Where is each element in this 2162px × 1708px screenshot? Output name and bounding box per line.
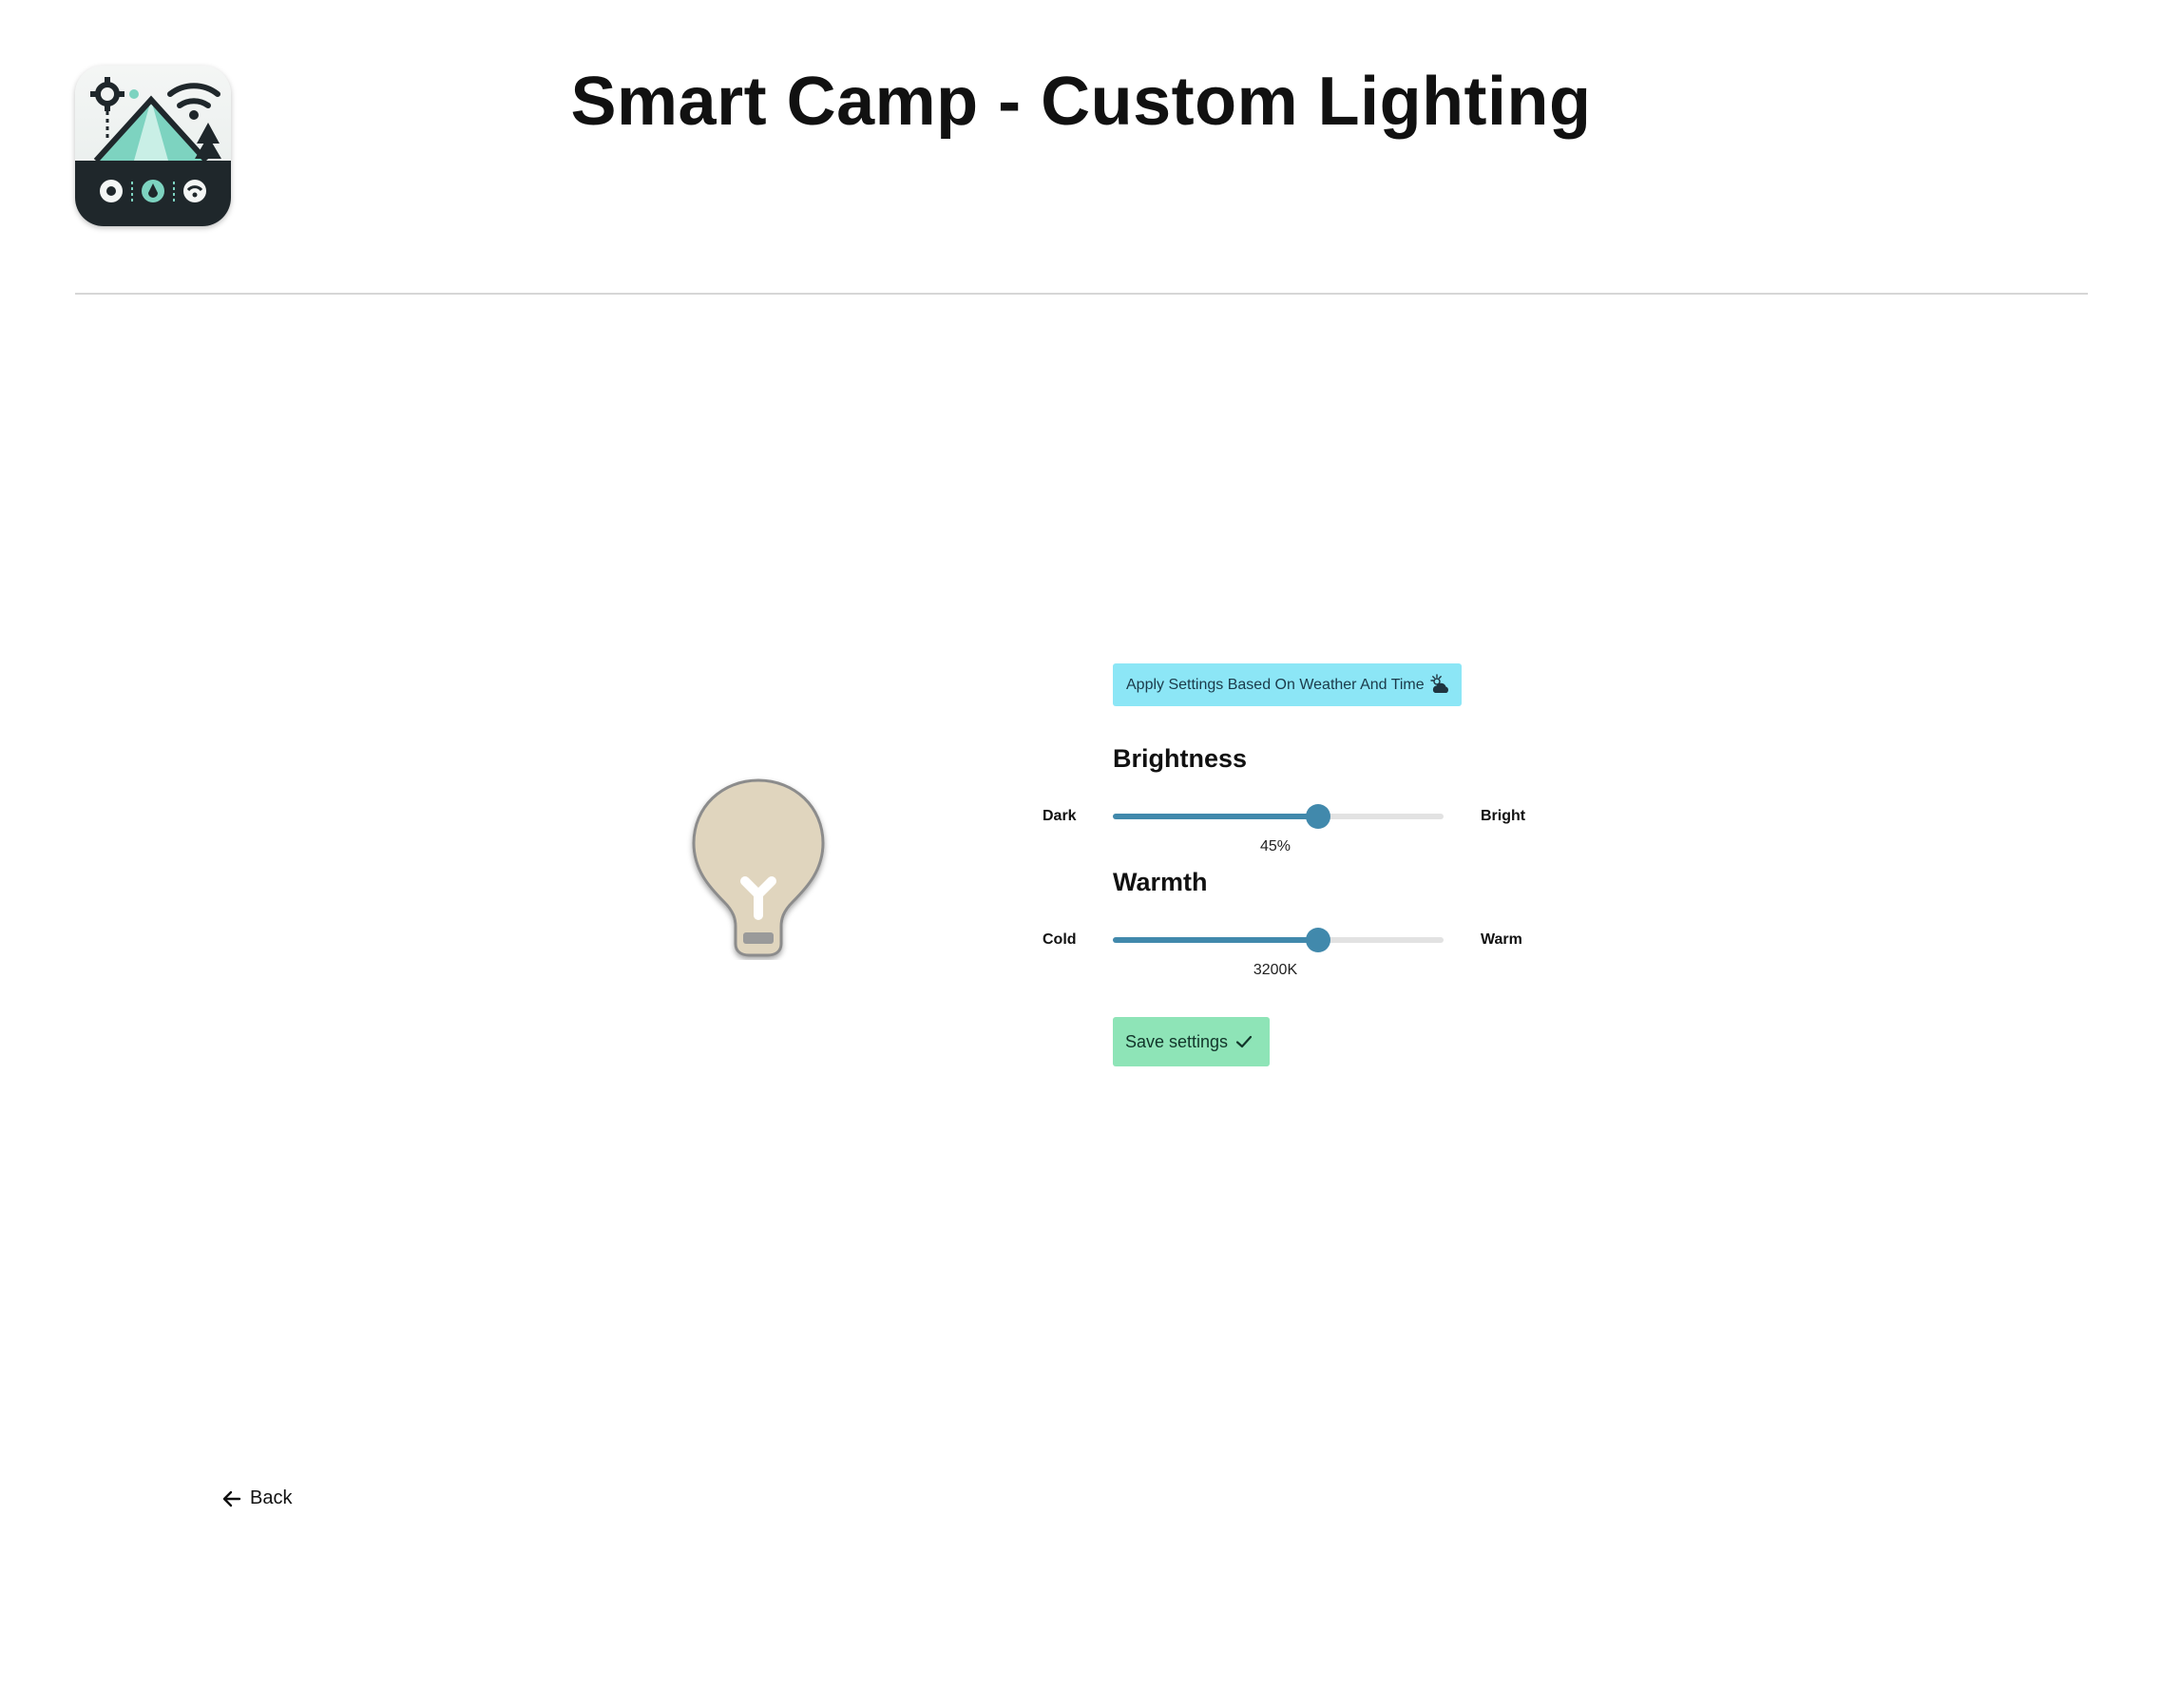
brightness-slider-fill (1113, 814, 1318, 819)
brightness-slider[interactable] (1113, 804, 1444, 829)
apply-weather-time-button[interactable]: Apply Settings Based On Weather And Time (1113, 663, 1462, 706)
brightness-title: Brightness (1113, 744, 1248, 773)
lightbulb-preview-icon (686, 775, 831, 960)
weather-sun-cloud-icon (1428, 673, 1451, 697)
arrow-left-icon (221, 1488, 242, 1509)
save-settings-button[interactable]: Save settings (1113, 1017, 1270, 1066)
warmth-slider-fill (1113, 937, 1318, 943)
brightness-min-label: Dark (1043, 808, 1077, 824)
warmth-slider-thumb[interactable] (1305, 928, 1330, 952)
warmth-max-label: Warm (1481, 931, 1522, 948)
brightness-max-label: Bright (1481, 808, 1526, 824)
header-divider (75, 293, 2088, 295)
brightness-value: 45% (1259, 838, 1291, 854)
page-title: Smart Camp - Custom Lighting (570, 64, 1592, 140)
apply-weather-time-label: Apply Settings Based On Weather And Time (1126, 676, 1425, 693)
warmth-title: Warmth (1113, 868, 1208, 896)
warmth-min-label: Cold (1043, 931, 1077, 948)
page: Smart Camp - Custom Lighting Apply Setti… (0, 0, 2162, 1708)
back-label: Back (250, 1487, 293, 1508)
brightness-slider-thumb[interactable] (1305, 804, 1330, 829)
save-settings-label: Save settings (1125, 1031, 1229, 1051)
check-icon (1234, 1032, 1253, 1051)
warmth-slider[interactable] (1113, 928, 1444, 952)
warmth-value: 3200K (1253, 962, 1298, 978)
back-button[interactable]: Back (221, 1487, 292, 1509)
